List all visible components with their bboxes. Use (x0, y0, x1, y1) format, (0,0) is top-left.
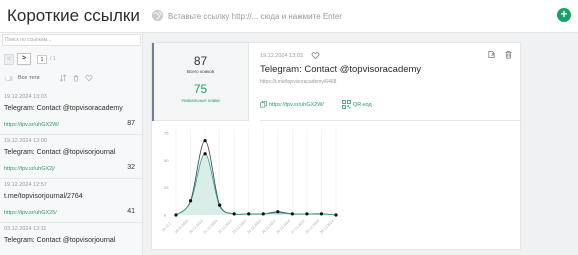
link-info: 19.12.2024 13:03 Telegram: Contact @topv… (260, 43, 522, 121)
link-date: 19.12.2024 13:03 (4, 94, 47, 100)
link-item[interactable]: 19.12.2024 13:03 Telegram: Contact @topv… (0, 91, 142, 135)
link-click-count: 41 (127, 208, 135, 215)
link-title: Telegram: Contact @topvisorjournal (4, 149, 116, 156)
qr-code-icon (342, 100, 351, 109)
link-short-url[interactable]: https://tpv.sr/uhGX2W/ (4, 122, 59, 128)
link-short-url[interactable]: https://tpv.sr/uhGX25/ (4, 210, 57, 216)
data-point (174, 213, 178, 217)
top-bar: Короткие ссылки + (0, 0, 578, 33)
copy-icon (260, 101, 267, 108)
link-date: 19.12.2024 13:00 (4, 138, 47, 144)
heart-icon[interactable] (85, 74, 93, 82)
data-point (188, 199, 193, 203)
link-click-count: 87 (127, 120, 135, 127)
y-tick-label: 75 (164, 131, 169, 136)
page-number-input[interactable]: 1 (37, 54, 47, 64)
app-title: Короткие ссылки (7, 6, 140, 25)
unique-clicks-value: 75 (193, 82, 208, 96)
y-tick-label: 25 (164, 185, 169, 190)
data-point (276, 210, 280, 214)
data-point (319, 212, 324, 216)
sidebar: < > 1 / 1 Все теги 19.12.2024 13:03 Tele… (0, 33, 143, 255)
link-title: t.me/topvisorjournal/2764 (4, 193, 83, 200)
x-tick-label: 24.12.2024 (246, 219, 262, 235)
globe-icon (151, 9, 164, 22)
link-short-url[interactable]: https://tpv.sr/uhGX2j/ (4, 166, 55, 172)
filter-label: Все теги (18, 75, 40, 81)
stats-box: 87 Всего кликов 75 Уникальные клики (152, 43, 249, 121)
x-tick-label: 23.12.2024 (232, 219, 248, 235)
original-url[interactable]: https://t.me/topvisoracademy/6468 (260, 79, 336, 85)
x-tick-label: 21.12.2024 (203, 219, 219, 235)
tags-toggle[interactable] (5, 75, 13, 81)
share-icon[interactable] (487, 50, 496, 59)
link-title: Telegram: Contact @topvisorjournal (4, 237, 116, 244)
link-date: 19.12.2024 13:03 (260, 53, 303, 59)
delete-trash-icon[interactable] (504, 50, 513, 59)
qr-code-button[interactable]: QR-код (342, 100, 372, 109)
link-item[interactable]: 19.12.2024 12:57 t.me/topvisorjournal/27… (0, 179, 142, 223)
link-title: Telegram: Contact @topvisoracademy (4, 105, 123, 112)
link-list: 19.12.2024 13:03 Telegram: Contact @topv… (0, 91, 142, 255)
link-click-count: 32 (127, 164, 135, 171)
clicks-chart: 0 25 50 75 19.12.2…19.12.202420.12.202421.12… (161, 129, 338, 235)
link-date: 19.12.2024 12:57 (4, 182, 47, 188)
x-tick-label: 19.12.2… (161, 219, 175, 233)
data-point (203, 152, 207, 156)
short-link[interactable]: https://tpv.sr/uhGX2W/ (260, 101, 324, 108)
link-date: 03.12.2024 13:11 (4, 226, 47, 232)
x-tick-label: 26.12.2024 (276, 219, 292, 235)
sort-icon[interactable] (59, 74, 67, 82)
x-tick-label: 22.12.2024 (217, 219, 233, 235)
unique-clicks-label: Уникальные клики (181, 98, 220, 103)
link-item[interactable]: 19.12.2024 13:00 Telegram: Contact @topv… (0, 135, 142, 179)
pagination: < > 1 / 1 (4, 53, 56, 65)
link-details-panel: 87 Всего кликов 75 Уникальные клики 19.1… (151, 42, 522, 250)
x-tick-label: 27.12.2024 (290, 219, 306, 235)
data-point (232, 212, 236, 216)
next-page-button[interactable]: > (17, 53, 31, 65)
x-tick-label: 29.12.2024 (319, 219, 335, 235)
data-point (334, 213, 338, 217)
short-link-text: https://tpv.sr/uhGX2W/ (269, 101, 324, 108)
link-item[interactable]: 03.12.2024 13:11 Telegram: Contact @topv… (0, 223, 142, 255)
x-tick-label: 19.12.2024 (174, 219, 190, 235)
favorite-heart-icon[interactable] (311, 51, 320, 60)
series-area (176, 153, 336, 215)
total-clicks-label: Всего кликов (186, 69, 215, 74)
y-tick-label: 0 (164, 213, 167, 218)
data-point (218, 203, 222, 207)
y-tick-label: 50 (164, 158, 169, 163)
page-total: / 1 (50, 56, 56, 62)
data-point (203, 139, 207, 143)
prev-page-button[interactable]: < (4, 53, 14, 65)
add-link-button[interactable]: + (557, 8, 571, 22)
data-point (290, 212, 294, 216)
x-tick-label: 20.12.2024 (188, 219, 204, 235)
data-point (247, 212, 251, 216)
x-tick-label: 25.12.2024 (261, 219, 277, 235)
url-input[interactable] (168, 8, 528, 24)
data-point (305, 212, 309, 216)
total-clicks-value: 87 (193, 54, 208, 68)
qr-label: QR-код (353, 101, 372, 108)
data-point (261, 212, 265, 216)
trash-icon[interactable] (72, 74, 80, 82)
x-tick-label: 28.12.2024 (305, 219, 321, 235)
filter-row: Все теги (5, 74, 93, 82)
link-title: Telegram: Contact @topvisoracademy (260, 64, 422, 75)
search-input[interactable] (2, 34, 141, 46)
